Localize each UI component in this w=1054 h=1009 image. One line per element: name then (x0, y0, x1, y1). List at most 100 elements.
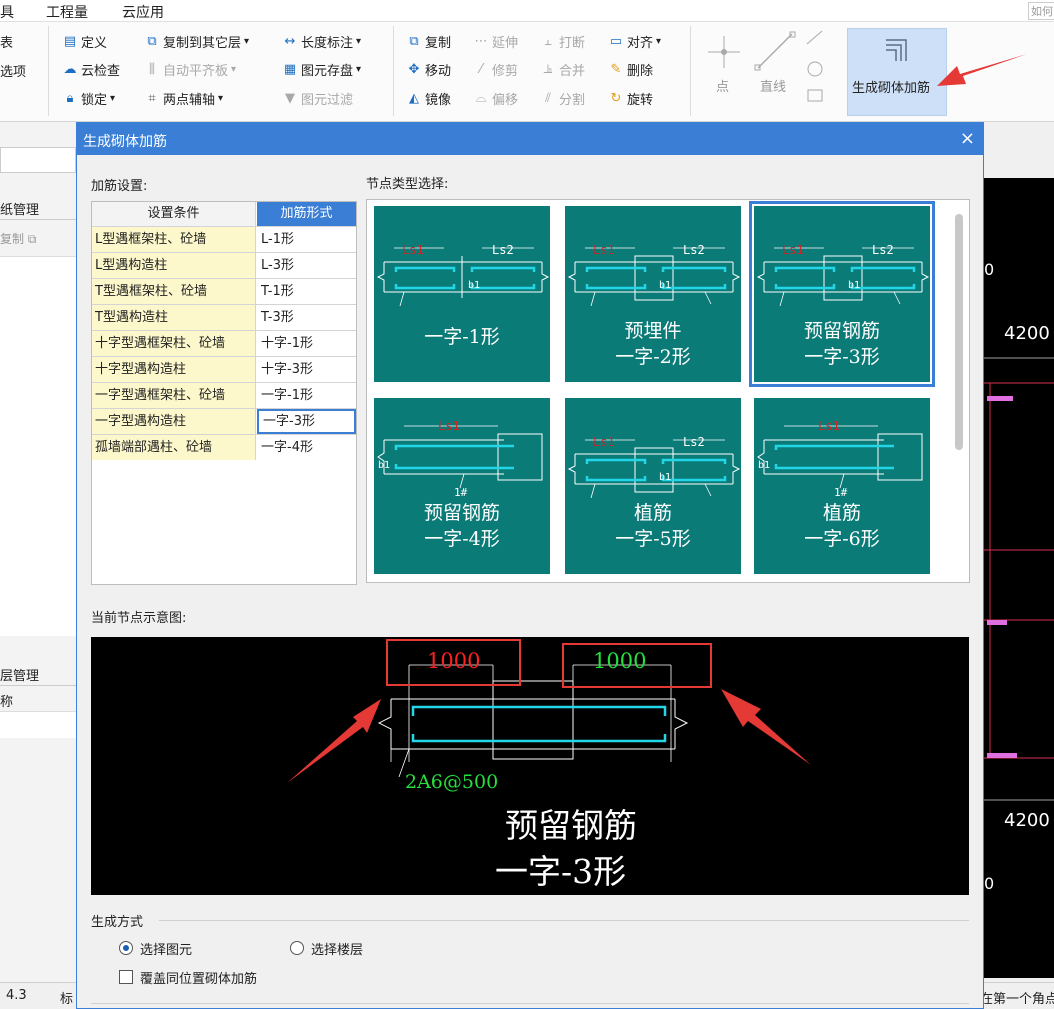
tile-schematic: Ls1Ls2b11# (376, 243, 550, 306)
table-row[interactable]: 十字型遇框架柱、砼墙 十字-1形 (92, 330, 356, 356)
copy-to-other-floor-button[interactable]: ⧉ 复制到其它层 ▾ (144, 32, 249, 52)
table-row[interactable]: 一字型遇构造柱 一字-3形 (92, 408, 356, 434)
menu-cloud[interactable]: 云应用 (122, 2, 164, 22)
left-copy-button[interactable]: 复制 ⧉ (0, 230, 36, 247)
left-length-value[interactable]: 1000 (427, 649, 480, 673)
drawing-canvas[interactable]: 0 4200 4200 0 (984, 178, 1054, 978)
rect-icon[interactable] (807, 89, 823, 102)
tile-ls2-label: Ls2 (492, 243, 514, 257)
delete-button[interactable]: ✎ 删除 (608, 60, 653, 80)
help-search[interactable]: 如何 (1028, 2, 1054, 20)
element-save-button[interactable]: ▦ 图元存盘 ▾ (282, 60, 361, 80)
bottom-divider (91, 1003, 969, 1004)
auto-align-slab-button[interactable]: ⫼ 自动平齐板 ▾ (144, 60, 236, 80)
offset-button[interactable]: ⌓ 偏移 (473, 89, 518, 109)
two-point-axis-button[interactable]: ⌗ 两点辅轴 ▾ (144, 89, 223, 109)
node-type-grid: 一字-1形Ls1Ls2b11#预埋件一字-2形Ls1Ls2b11#2#预留钢筋一… (366, 199, 970, 583)
break-icon: ⫠ (544, 33, 552, 49)
ribbon-separator (393, 26, 394, 116)
lock-button[interactable]: 🔒︎ 锁定 ▾ (62, 89, 116, 109)
radio-select-element[interactable] (119, 941, 133, 955)
tile-bar2-label: 2# (705, 304, 719, 306)
status-bar: 4.3 标 (0, 982, 76, 1009)
row-form-select[interactable]: 十字-3形 (257, 357, 356, 382)
table-row[interactable]: L型遇框架柱、砼墙 L-1形 (92, 226, 356, 252)
preview-label: 当前节点示意图: (91, 611, 187, 626)
row-form-select[interactable]: L-3形 (257, 253, 356, 278)
table-row[interactable]: 孤墙端部遇柱、砼墙 一字-4形 (92, 434, 356, 460)
row-form-select[interactable]: T-3形 (257, 305, 356, 330)
table-row[interactable]: T型遇框架柱、砼墙 T-1形 (92, 278, 356, 304)
trim-icon: ⁄ (479, 61, 483, 77)
arc-icon[interactable] (806, 30, 823, 45)
row-form-select[interactable]: L-1形 (257, 227, 356, 252)
layer-row[interactable] (0, 712, 76, 738)
left-panel: 纸管理 复制 ⧉ 层管理 称 (0, 122, 76, 982)
tile-caption: 一字-5形 (615, 528, 691, 550)
menu-tools[interactable]: 具 (0, 2, 14, 22)
mirror-button[interactable]: ◭ 镜像 (406, 89, 451, 109)
row-form-select[interactable]: 一字-1形 (257, 383, 356, 408)
trim-button[interactable]: ⁄ 修剪 (473, 60, 518, 80)
circle-icon[interactable] (807, 61, 823, 77)
move-icon: ✥ (408, 61, 420, 77)
tile-caption: 预留钢筋 (423, 502, 500, 524)
break-button[interactable]: ⫠ 打断 (540, 32, 585, 52)
node-tile-2[interactable]: 预埋件一字-2形Ls1Ls2b11#2# (565, 206, 741, 382)
close-icon[interactable]: × (960, 128, 975, 149)
copy-button[interactable]: ⧉ 复制 (406, 32, 451, 52)
dialog-title-bar[interactable]: 生成砌体加筋 × (77, 123, 983, 155)
tile-bar1-label: 1# (834, 486, 848, 498)
define-icon: ▤ (63, 33, 77, 49)
table-row[interactable]: 十字型遇构造柱 十字-3形 (92, 356, 356, 382)
draw-line-button[interactable]: 直线 (752, 30, 798, 100)
tile-ls1-label: Ls1 (438, 419, 460, 433)
tile-bar2-label: 2# (894, 304, 908, 306)
ribbon-cut-2[interactable]: 选项 (0, 61, 26, 80)
tile-b1-label: b1 (659, 472, 671, 483)
radio-select-floor[interactable] (290, 941, 304, 955)
rotate-button[interactable]: ↻ 旋转 (608, 89, 653, 109)
node-tile-1[interactable]: 一字-1形Ls1Ls2b11# (374, 206, 550, 382)
length-dimension-button[interactable]: ↔ 长度标注 ▾ (282, 32, 362, 52)
menu-quantity[interactable]: 工程量 (46, 2, 88, 22)
menu-bar: 具 工程量 云应用 如何 (0, 0, 1054, 22)
eraser-icon: ✎ (610, 61, 622, 77)
split-button[interactable]: ⫽ 分割 (540, 89, 585, 109)
table-row[interactable]: T型遇构造柱 T-3形 (92, 304, 356, 330)
drawing-manage-tab[interactable]: 纸管理 (0, 194, 76, 220)
copy-layer-icon: ⧉ (147, 33, 157, 49)
node-tile-3[interactable]: 预留钢筋一字-3形Ls1Ls2b11#2# (749, 201, 935, 387)
ribbon-cut-1[interactable]: 表 (0, 32, 13, 51)
tile-schematic: Ls1Ls2b11#2# (567, 435, 741, 498)
left-search-input[interactable] (0, 147, 76, 173)
row-form-select[interactable]: 一字-4形 (257, 435, 356, 460)
cloud-check-button[interactable]: ☁ 云检查 (62, 60, 121, 80)
rebar-spec[interactable]: 2A6@500 (405, 771, 498, 793)
node-tile-5[interactable]: 植筋一字-5形Ls1Ls2b11#2# (565, 398, 741, 574)
node-tile-4[interactable]: 预留钢筋 一字-4形 Ls1 b1 1# (374, 398, 550, 574)
define-button[interactable]: ▤ 定义 (62, 32, 107, 52)
drawing-list[interactable] (0, 256, 76, 636)
draw-point-button[interactable]: 点 (704, 32, 744, 102)
move-button[interactable]: ✥ 移动 (406, 60, 451, 80)
table-row[interactable]: 一字型遇框架柱、砼墙 一字-1形 (92, 382, 356, 408)
row-form-select[interactable]: T-1形 (257, 279, 356, 304)
element-filter-button[interactable]: ▼ 图元过滤 (282, 89, 353, 109)
row-form-select[interactable]: 一字-3形 (257, 409, 356, 434)
merge-button[interactable]: ⫡ 合并 (540, 60, 585, 80)
grid-scrollbar[interactable] (955, 214, 963, 450)
align-slab-icon: ⫼ (149, 61, 155, 77)
generate-masonry-rebar-button[interactable]: 生成砌体加筋 (847, 28, 947, 116)
node-tile-6[interactable]: 植筋 一字-6形 Ls1 b1 1# (754, 398, 930, 574)
tile-ls1-label: Ls1 (593, 243, 615, 257)
layer-manage-tab[interactable]: 层管理 (0, 660, 76, 686)
table-row[interactable]: L型遇构造柱 L-3形 (92, 252, 356, 278)
overwrite-checkbox[interactable] (119, 970, 133, 984)
align-button[interactable]: ▭ 对齐 ▾ (608, 32, 661, 52)
right-length-value[interactable]: 1000 (593, 649, 646, 673)
ribbon-separator (48, 26, 49, 116)
status-prompt: 在第一个角点 (984, 982, 1054, 1009)
extend-button[interactable]: ⋯ 延伸 (473, 32, 519, 52)
row-form-select[interactable]: 十字-1形 (257, 331, 356, 356)
